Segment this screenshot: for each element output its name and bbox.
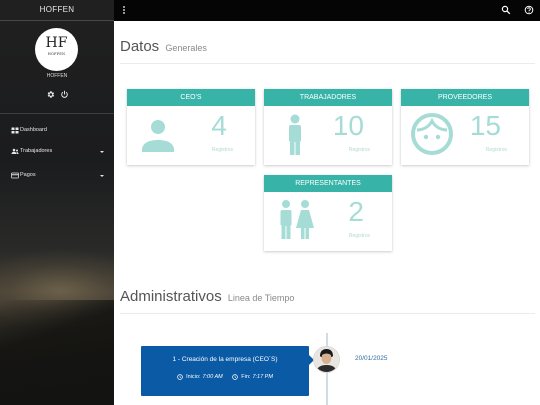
settings-icon[interactable] xyxy=(46,90,55,99)
administrativos-subtitle: Linea de Tiempo xyxy=(227,293,295,303)
start-label: Inicio: xyxy=(186,374,201,380)
timeline-event-card[interactable]: 1 - Creación de la empresa (CEO´S) Inici… xyxy=(141,346,314,396)
timeline-avatar xyxy=(314,347,339,372)
sidebar-background-mountain xyxy=(0,300,114,405)
clock-icon xyxy=(232,374,239,380)
sidebar-brand-bar: HOFFEN xyxy=(0,0,114,21)
user-photo-icon xyxy=(314,347,339,372)
datos-subtitle: Generales xyxy=(165,43,207,53)
brand-title[interactable]: HOFFEN xyxy=(0,5,114,14)
sidebar-divider xyxy=(0,113,114,114)
card-count: 15 xyxy=(469,110,501,141)
chevron-down-icon xyxy=(100,151,104,153)
timeline-event-title: 1 - Creación de la empresa (CEO´S) xyxy=(172,356,278,363)
datos-section-title: Datos Generales xyxy=(120,38,207,55)
person-icon xyxy=(142,120,174,152)
sidebar-item-trabajadores[interactable]: Trabajadores xyxy=(0,145,114,159)
timeline-event-date: 20/01/2025 xyxy=(355,355,388,362)
logo-text: HOFFEN xyxy=(47,52,66,56)
sidebar-item-pagos[interactable]: Pagos xyxy=(0,169,114,183)
card-caption: Registros xyxy=(348,233,370,239)
sidebar-item-dashboard[interactable]: Dashboard xyxy=(0,124,114,138)
card-header: CEO'S xyxy=(127,89,255,106)
company-logo: HF HOFFEN xyxy=(35,28,78,71)
credit-card-icon xyxy=(11,172,19,179)
card-ceos[interactable]: CEO'S 4 Registros xyxy=(127,89,255,165)
user-actions xyxy=(44,90,74,100)
search-icon[interactable] xyxy=(501,5,511,15)
administrativos-title: Administrativos xyxy=(120,288,222,305)
users-icon xyxy=(11,148,19,154)
card-proveedores[interactable]: PROVEEDORES 15 Registros xyxy=(401,89,529,165)
card-caption: Registros xyxy=(485,147,507,153)
top-navbar xyxy=(114,0,540,21)
sidebar: HOFFEN HF HOFFEN HOFFEN Dashboard Trabaj… xyxy=(0,0,114,405)
worker-icon xyxy=(289,114,301,155)
logo-mark: HF xyxy=(45,35,68,51)
datos-title: Datos xyxy=(120,38,160,55)
sidebar-item-label: Dashboard xyxy=(20,127,47,133)
card-count: 4 xyxy=(211,110,227,141)
power-icon[interactable] xyxy=(60,90,69,99)
chevron-down-icon xyxy=(100,175,104,177)
user-name: HOFFEN xyxy=(46,73,68,79)
face-icon xyxy=(411,113,453,155)
card-header: REPRESENTANTES xyxy=(264,175,392,192)
clock-icon xyxy=(177,374,183,380)
timeline-event-times: Inicio: 7:00 AM Fin: 7:17 PM xyxy=(141,374,309,382)
wc-icon xyxy=(280,200,314,239)
datos-divider xyxy=(120,63,535,64)
administrativos-divider xyxy=(120,313,535,314)
administrativos-section-title: Administrativos Linea de Tiempo xyxy=(120,288,294,305)
start-time: 7:00 AM xyxy=(202,374,223,380)
more-vert-icon[interactable] xyxy=(119,5,129,15)
sidebar-item-label: Trabajadores xyxy=(20,148,53,154)
sidebar-item-label: Pagos xyxy=(20,172,36,178)
card-count: 2 xyxy=(348,196,364,227)
card-caption: Registros xyxy=(211,147,233,153)
end-time: 7:17 PM xyxy=(252,374,273,380)
timeline-start: Inicio: 7:00 AM xyxy=(177,374,223,380)
card-count: 10 xyxy=(332,110,364,141)
timeline-end: Fin: 7:17 PM xyxy=(232,374,273,380)
end-label: Fin: xyxy=(241,374,251,380)
card-trabajadores[interactable]: TRABAJADORES 10 Registros xyxy=(264,89,392,165)
help-icon[interactable] xyxy=(524,5,534,15)
card-header: TRABAJADORES xyxy=(264,89,392,106)
dashboard-icon xyxy=(11,127,19,134)
card-header: PROVEEDORES xyxy=(401,89,529,106)
card-representantes[interactable]: REPRESENTANTES 2 Registros xyxy=(264,175,392,251)
card-caption: Registros xyxy=(348,147,370,153)
